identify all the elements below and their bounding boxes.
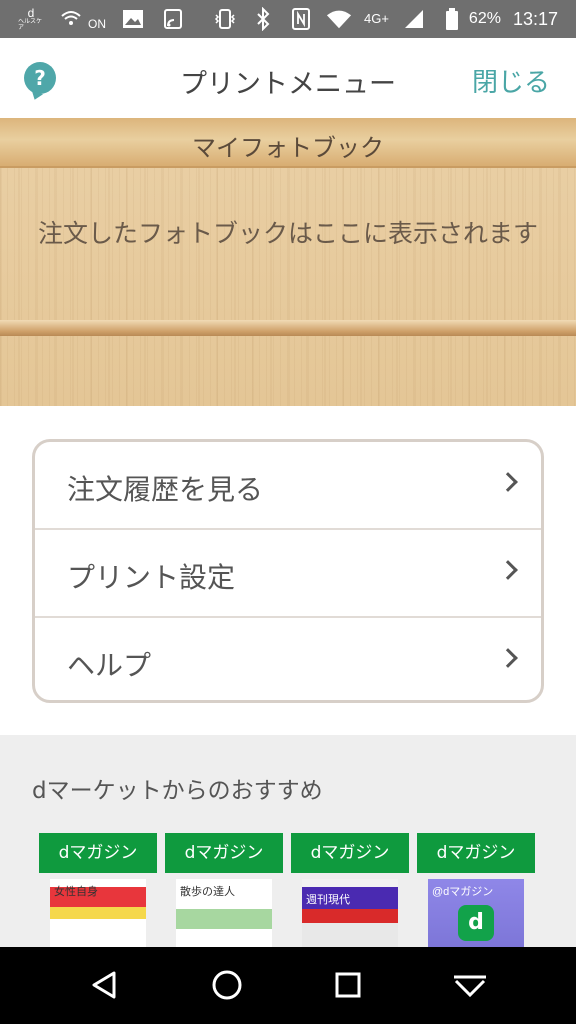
magazine-cover[interactable]: 週刊現代 bbox=[302, 879, 398, 947]
wifi-icon bbox=[326, 6, 352, 32]
magazine-cover[interactable]: 散歩の達人 bbox=[176, 879, 272, 947]
signal-icon bbox=[401, 6, 427, 32]
shelf-empty-message: 注文したフォトブックはここに表示されます bbox=[37, 219, 538, 248]
menu-item-print-settings[interactable]: プリント設定 bbox=[35, 530, 541, 618]
recents-icon[interactable] bbox=[328, 965, 368, 1005]
dmagazine-badge: dマガジン bbox=[417, 833, 535, 873]
cast-icon bbox=[160, 6, 186, 32]
close-button[interactable]: 閉じる bbox=[472, 62, 550, 99]
d-health-letter: d bbox=[27, 6, 35, 20]
cover-title: 女性自身 bbox=[54, 886, 98, 898]
bluetooth-icon bbox=[250, 6, 276, 32]
chevron-right-icon bbox=[498, 648, 518, 668]
dmagazine-badge: dマガジン bbox=[165, 833, 283, 873]
print-menu-list: 注文履歴を見る プリント設定 ヘルプ bbox=[32, 439, 544, 703]
menu-item-label: ヘルプ bbox=[67, 649, 152, 682]
chevron-right-icon bbox=[498, 472, 518, 492]
recommendation-item[interactable]: dマガジン @dマガジン d bbox=[417, 833, 535, 947]
dmagazine-badge: dマガジン bbox=[291, 833, 409, 873]
battery-percent: 62% bbox=[468, 10, 501, 27]
clock: 13:17 bbox=[512, 8, 558, 29]
recommendation-item[interactable]: dマガジン 週刊現代 bbox=[291, 833, 409, 947]
shelf-header-band: マイフォトブック bbox=[0, 118, 576, 168]
d-health-label: ヘルスケア bbox=[18, 19, 43, 31]
battery-icon bbox=[439, 6, 465, 32]
shelf-title: マイフォトブック bbox=[192, 134, 384, 162]
recommendations-title: dマーケットからのおすすめ bbox=[32, 778, 323, 804]
nfc-icon bbox=[288, 6, 314, 32]
vibrate-icon bbox=[212, 6, 238, 32]
chevron-right-icon bbox=[498, 560, 518, 580]
recommendation-item[interactable]: dマガジン 女性自身 bbox=[39, 833, 157, 947]
status-bar: d ヘルスケア ON 4G+ 62% 13:17 bbox=[0, 0, 576, 38]
dmagazine-logo-icon: d bbox=[458, 905, 494, 941]
cover-title: 散歩の達人 bbox=[180, 886, 235, 898]
recommendations-list: dマガジン 女性自身 dマガジン 散歩の達人 dマガジン 週刊現代 dマガジン … bbox=[39, 833, 535, 947]
image-icon bbox=[120, 6, 146, 32]
d-health-icon: d ヘルスケア bbox=[18, 6, 44, 32]
cover-title: 週刊現代 bbox=[306, 894, 350, 906]
back-icon[interactable] bbox=[84, 965, 124, 1005]
shelf-board bbox=[0, 320, 576, 336]
on-label: ON bbox=[88, 17, 106, 31]
recommendations-section: dマーケットからのおすすめ dマガジン 女性自身 dマガジン 散歩の達人 dマガ… bbox=[0, 735, 576, 947]
menu-item-label: 注文履歴を見る bbox=[67, 473, 264, 506]
app-header: ? プリントメニュー 閉じる bbox=[0, 38, 576, 118]
magazine-cover[interactable]: @dマガジン d bbox=[428, 879, 524, 947]
dmagazine-badge: dマガジン bbox=[39, 833, 157, 873]
recommendation-item[interactable]: dマガジン 散歩の達人 bbox=[165, 833, 283, 947]
menu-item-help[interactable]: ヘルプ bbox=[35, 618, 541, 700]
hide-keyboard-icon[interactable] bbox=[450, 965, 490, 1005]
menu-item-label: プリント設定 bbox=[67, 561, 236, 594]
menu-item-order-history[interactable]: 注文履歴を見る bbox=[35, 442, 541, 530]
magazine-cover[interactable]: 女性自身 bbox=[50, 879, 146, 947]
cover-title: @dマガジン bbox=[432, 886, 494, 898]
status-bar-right: 4G+ 62% 13:17 bbox=[212, 6, 558, 32]
network-type: 4G+ bbox=[363, 11, 389, 26]
status-bar-left: d ヘルスケア ON bbox=[18, 6, 186, 32]
wifi-call-icon bbox=[58, 6, 84, 32]
home-icon[interactable] bbox=[207, 965, 247, 1005]
navigation-bar bbox=[0, 947, 576, 1024]
photobook-shelf: マイフォトブック 注文したフォトブックはここに表示されます bbox=[0, 118, 576, 406]
